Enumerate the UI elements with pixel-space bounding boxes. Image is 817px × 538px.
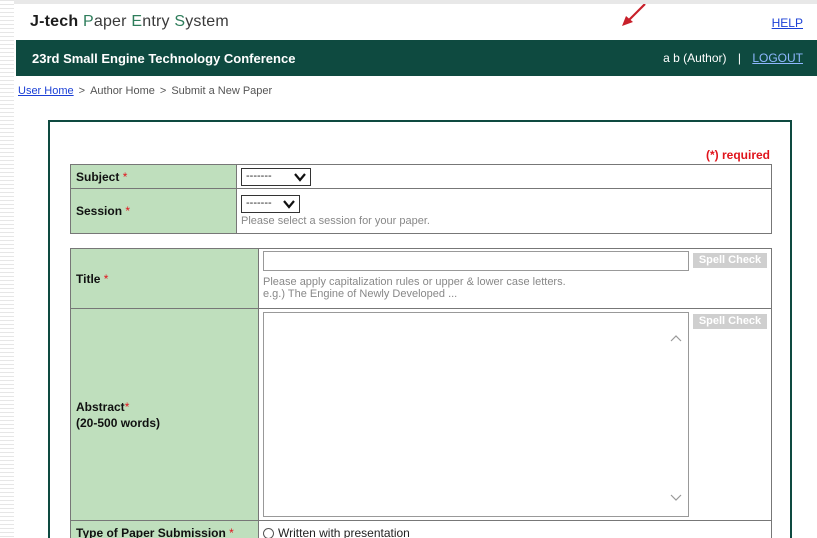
brand-part: P [82,13,94,30]
help-link[interactable]: HELP [772,16,803,30]
subject-session-table: Subject * ------- Session * ------- Plea… [70,164,772,234]
breadcrumb: User Home > Author Home > Submit a New Paper [18,85,272,97]
brand-part: ntry [142,13,170,30]
paper-type-field: Written with presentation [258,520,772,538]
page: J-tech Paper Entry System HELP 23rd Smal… [16,0,817,538]
breadcrumb-author-home: Author Home [90,85,155,97]
paper-type-option: Written with presentation [278,525,410,538]
abstract-spell-check-button[interactable]: Spell Check [693,314,767,329]
title-label: Title * [70,248,259,309]
red-arrow-icon [622,4,646,26]
brand-part: aper [93,13,127,30]
paper-type-label-text: Type of Paper Submission [76,525,226,538]
session-hint: Please select a session for your paper. [241,215,430,227]
session-select-value: ------- [246,197,272,209]
submission-form-panel: (*) required Subject * ------- Session *… [48,120,792,538]
session-field: ------- Please select a session for your… [236,188,772,234]
breadcrumb-user-home[interactable]: User Home [18,85,74,97]
scroll-up-icon[interactable] [669,333,683,343]
scroll-down-icon[interactable] [669,493,683,503]
paper-type-label: Type of Paper Submission * [70,520,259,538]
title-field: Spell Check Please apply capitalization … [258,248,772,309]
app-title: J-tech Paper Entry System [30,13,229,31]
breadcrumb-current: Submit a New Paper [171,85,273,97]
breadcrumb-separator: > [78,85,86,97]
left-ruled-strip [0,0,14,538]
required-star: * [122,169,128,184]
subject-label: Subject * [70,164,237,189]
abstract-field: Spell Check [258,308,772,521]
required-star: * [229,525,234,538]
abstract-word-limit: (20-500 words) [76,415,161,430]
separator: | [737,51,741,65]
top-header: J-tech Paper Entry System HELP [16,4,817,40]
title-input[interactable] [263,251,689,271]
abstract-textarea[interactable] [263,312,689,517]
chevron-down-icon [294,172,306,182]
session-select[interactable]: ------- [241,195,300,213]
session-label-text: Session [76,204,123,218]
radio-icon[interactable] [263,527,274,538]
required-star: * [125,204,131,218]
title-hint-line1: Please apply capitalization rules or upp… [263,276,566,288]
user-area: a b (Author) | LOGOUT [663,51,803,65]
subject-select[interactable]: ------- [241,167,311,186]
abstract-label: Abstract* (20-500 words) [70,308,259,521]
user-name: a b (Author) [663,51,727,65]
logout-link[interactable]: LOGOUT [752,51,803,65]
conference-title: 23rd Small Engine Technology Conference [32,51,296,66]
brand-part: ystem [185,13,229,30]
subject-field: ------- [236,164,772,189]
paper-details-table: Title * Spell Check Please apply capital… [70,248,772,538]
abstract-label-text: Abstract [76,399,125,414]
title-spell-check-button[interactable]: Spell Check [693,253,767,268]
brand-part: S [174,13,186,30]
brand-part: E [131,13,143,30]
required-note: (*) required [705,148,770,162]
title-label-text: Title [76,271,101,286]
subject-select-value: ------- [246,169,272,182]
breadcrumb-separator: > [159,85,167,97]
chevron-down-icon [283,200,295,209]
brand-part: J-tech [30,13,79,30]
title-hint-line2: e.g.) The Engine of Newly Developed ... [263,288,458,300]
required-star: * [124,399,130,414]
required-star: * [103,271,109,286]
subject-label-text: Subject [76,169,120,184]
session-label: Session * [70,188,237,234]
conference-bar: 23rd Small Engine Technology Conference … [16,40,817,76]
